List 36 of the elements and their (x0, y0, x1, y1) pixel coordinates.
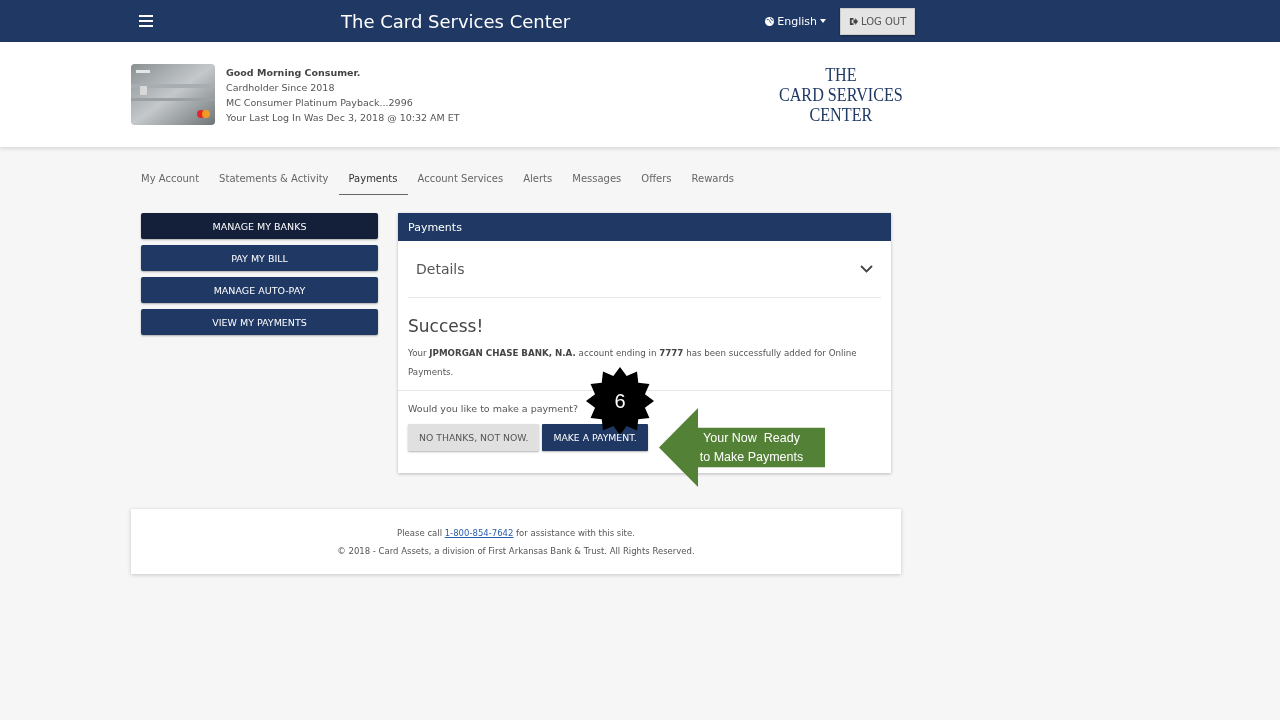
make-payment-button[interactable]: MAKE A PAYMENT. (542, 424, 648, 451)
logo-text: CENTER (808, 104, 874, 125)
panel-header: Payments (398, 213, 891, 241)
phone-link[interactable]: 1-800-854-7642 (444, 528, 514, 538)
card-product: MC Consumer Platinum Payback...2996 (226, 96, 414, 108)
nav-tab[interactable]: Messages (562, 165, 632, 195)
assistance-text: Please call 1-800-854-7642 for assistance with this site. (397, 528, 635, 538)
globe-icon (765, 16, 775, 26)
side-menu-button[interactable]: VIEW MY PAYMENTS (141, 309, 378, 335)
logo-text: THE (824, 64, 858, 85)
side-menu-button[interactable]: PAY MY BILL (141, 245, 378, 271)
details-label[interactable]: Details (416, 261, 465, 277)
side-menu-button[interactable]: MANAGE AUTO-PAY (141, 277, 378, 303)
logo-text: CARD SERVICES (778, 84, 903, 105)
copyright-text: © 2018 - Card Assets, a division of First Arkansas Bank & Trust. All Rights Reserved. (337, 546, 695, 556)
site-title: The Card Services Center (341, 10, 571, 32)
greeting: Good Morning Consumer. (226, 66, 362, 78)
caret-icon (820, 19, 826, 23)
nav-tab[interactable]: Payments (338, 165, 408, 195)
nav-tab[interactable]: My Account (141, 165, 210, 195)
decline-button[interactable]: NO THANKS, NOT NOW. (408, 424, 540, 451)
menu-icon[interactable] (139, 15, 153, 27)
last-login: Your Last Log In Was Dec 3, 2018 @ 10:32 AM ET (226, 111, 461, 123)
side-menu-button[interactable]: MANAGE MY BANKS (141, 213, 378, 239)
nav-tab[interactable]: Statements & Activity (209, 165, 339, 195)
nav-tab[interactable]: Offers (631, 165, 682, 195)
language-selector[interactable]: English (765, 14, 826, 28)
success-heading: Success! (408, 316, 485, 336)
cardholder-since: Cardholder Since 2018 (226, 81, 336, 93)
logout-icon (849, 16, 858, 26)
logout-button[interactable]: LOG OUT (840, 7, 916, 35)
nav-tab[interactable]: Rewards (681, 165, 744, 195)
nav-tab[interactable]: Account Services (407, 165, 514, 195)
payment-question: Would you like to make a payment? (408, 403, 579, 414)
chevron-down-icon[interactable] (860, 265, 873, 273)
nav-tab[interactable]: Alerts (513, 165, 563, 195)
